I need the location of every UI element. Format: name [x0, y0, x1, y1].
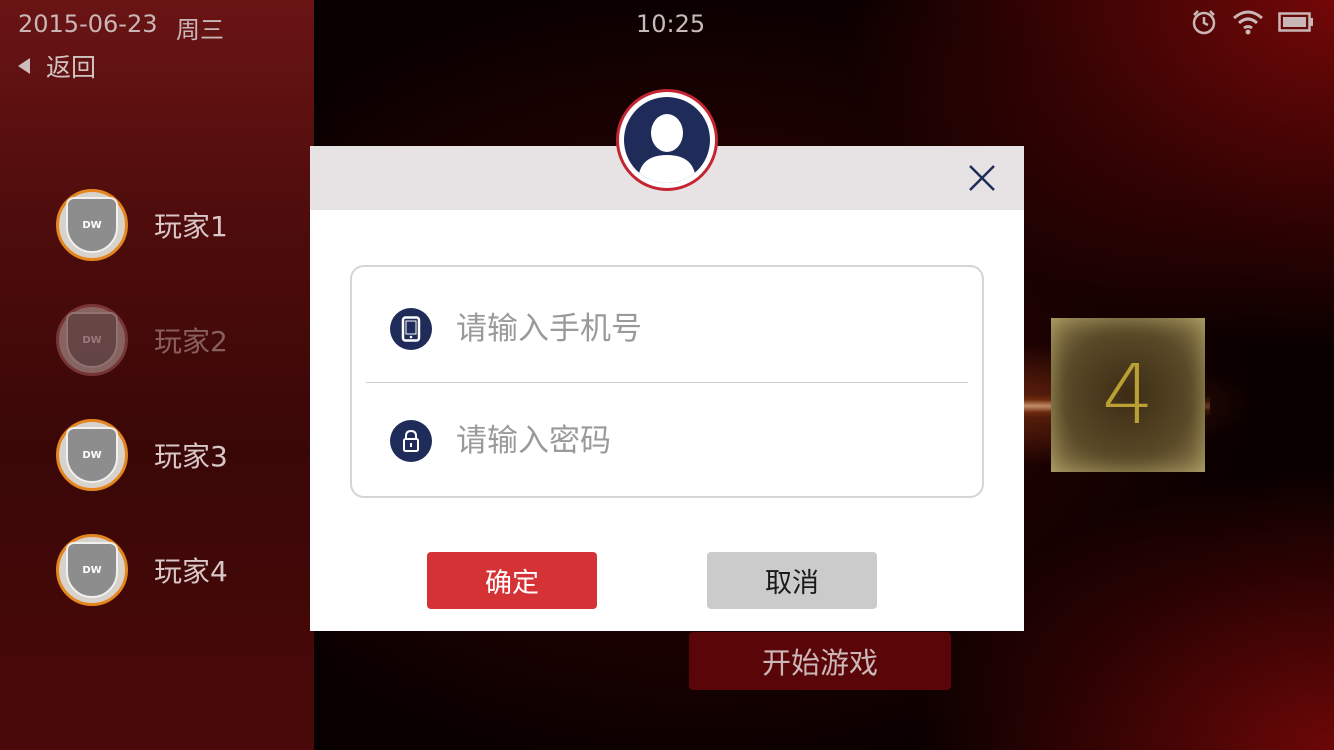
status-icons: [1190, 8, 1314, 36]
phone-icon: [390, 308, 432, 350]
dartworld-logo-icon: DW: [66, 427, 118, 483]
player-label: 玩家2: [154, 325, 228, 358]
field-divider: [366, 382, 968, 383]
cancel-button[interactable]: 取消: [707, 552, 877, 609]
player-label: 玩家3: [154, 440, 228, 473]
player-item-1[interactable]: DW 玩家1: [56, 189, 228, 261]
status-weekday: 周三: [176, 16, 224, 44]
close-icon[interactable]: [966, 162, 998, 194]
player-avatar: DW: [56, 534, 128, 606]
player-item-4[interactable]: DW 玩家4: [56, 534, 228, 606]
confirm-button[interactable]: 确定: [427, 552, 597, 609]
status-date: 2015-06-23: [18, 10, 158, 38]
user-avatar: [616, 89, 718, 191]
player-avatar: DW: [56, 419, 128, 491]
sidebar: 返回 DW 玩家1 DW 玩家2 DW 玩家3 DW 玩家4: [0, 0, 314, 750]
login-form: [350, 265, 984, 498]
start-game-button[interactable]: 开始游戏: [689, 632, 951, 690]
user-silhouette-icon: [624, 97, 710, 183]
alarm-icon: [1192, 10, 1216, 35]
dartworld-logo-icon: DW: [66, 312, 118, 368]
player-avatar: DW: [56, 189, 128, 261]
back-button[interactable]: 返回: [18, 50, 96, 82]
dart-count-tile: 4: [1051, 318, 1205, 472]
wifi-icon: [1233, 10, 1263, 35]
phone-input[interactable]: [454, 310, 938, 348]
dartworld-logo-icon: DW: [66, 197, 118, 253]
player-item-3[interactable]: DW 玩家3: [56, 419, 228, 491]
phone-field-row: [390, 299, 950, 359]
login-dialog: 确定 取消: [310, 89, 1024, 631]
player-item-2[interactable]: DW 玩家2: [56, 304, 228, 376]
password-input[interactable]: [454, 422, 938, 460]
dartworld-logo-icon: DW: [66, 542, 118, 598]
player-label: 玩家4: [154, 555, 228, 588]
password-field-row: [390, 411, 950, 471]
back-label: 返回: [46, 53, 97, 82]
dart-count-number: 4: [1101, 347, 1155, 443]
lock-icon: [390, 420, 432, 462]
status-time: 10:25: [636, 10, 706, 38]
player-avatar: DW: [56, 304, 128, 376]
battery-icon: [1278, 12, 1313, 32]
player-label: 玩家1: [154, 210, 228, 243]
back-arrow-icon: [18, 58, 30, 74]
